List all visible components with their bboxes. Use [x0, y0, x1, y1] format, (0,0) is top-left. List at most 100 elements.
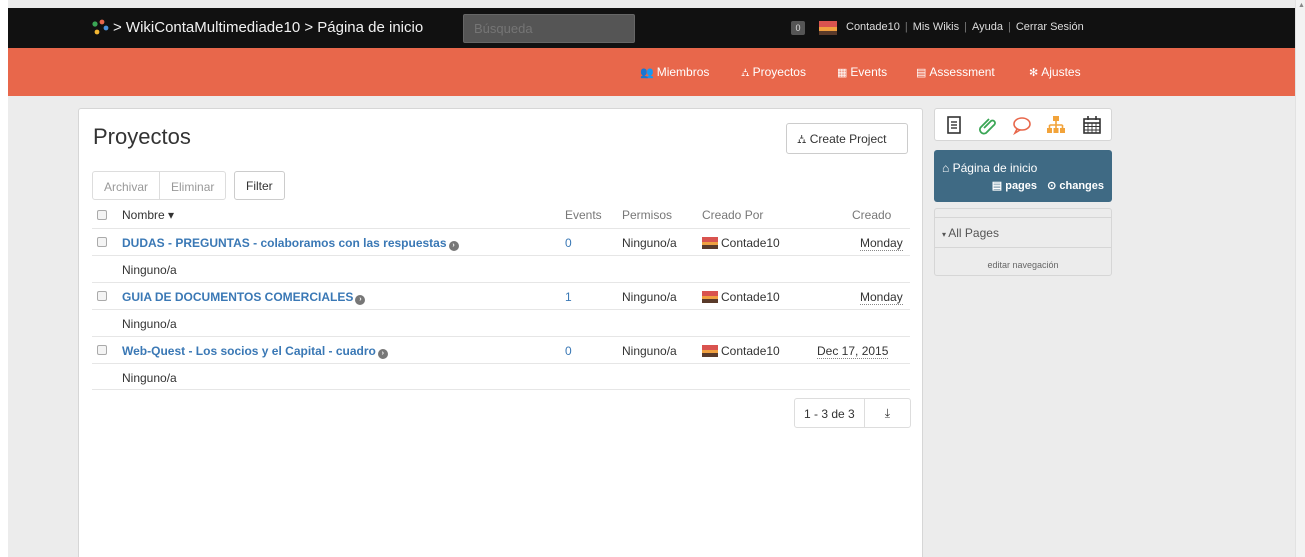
sitemap-icon: ⛼ [741, 67, 750, 79]
nav-settings[interactable]: ✻ Ajustes [1029, 65, 1081, 79]
download-button[interactable]: ⤓ [863, 399, 910, 427]
sidebar-pages: ▾ All Pages editar navegación [934, 208, 1112, 276]
project-description: Ninguno/a [122, 371, 177, 385]
calendar-icon[interactable] [1081, 114, 1103, 136]
pagination: 1 - 3 de 3 ⤓ [794, 398, 912, 428]
calendar-icon: ▦ [837, 67, 848, 79]
created-date: Monday [860, 290, 903, 305]
nav-label: Ajustes [1041, 65, 1081, 79]
created-date-value: Dec 17, 2015 [817, 344, 889, 359]
changes-label: changes [1059, 180, 1104, 192]
user-name-link[interactable]: Contade10 [846, 21, 900, 33]
table-row[interactable]: Web-Quest - Los socios y el Capital - cu… [92, 336, 910, 363]
nav-members[interactable]: 👥 Miembros [640, 65, 709, 79]
creator[interactable]: Contade10 [702, 344, 780, 358]
row-checkbox[interactable] [97, 237, 107, 247]
top-bar: > WikiContaMultimediade10 > Página de in… [8, 8, 1295, 48]
created-date-value: Monday [860, 290, 903, 305]
events-count[interactable]: 0 [565, 236, 572, 250]
permisos-value: Ninguno/a [622, 290, 677, 304]
main-nav: 👥 Miembros ⛼ Proyectos ▦ Events ▤ Assessment… [8, 48, 1295, 96]
created-date-value: Monday [860, 236, 903, 251]
events-count[interactable]: 1 [565, 290, 572, 304]
table-row-description: Ninguno/a [92, 255, 910, 282]
filter-button[interactable]: Filter [234, 171, 285, 200]
go-icon[interactable]: › [376, 344, 388, 359]
all-pages-label: All Pages [948, 226, 999, 240]
nav-label: Assessment [929, 65, 995, 79]
home-link[interactable]: ⌂ Página de inicio [942, 161, 1037, 175]
my-wikis-link[interactable]: Mis Wikis [913, 21, 959, 33]
group-icon: 👥 [640, 67, 654, 79]
project-description: Ninguno/a [122, 317, 177, 331]
checkbox[interactable] [97, 210, 107, 220]
events-count[interactable]: 0 [565, 344, 572, 358]
home-label: Página de inicio [952, 161, 1038, 175]
wikispaces-logo-icon[interactable] [90, 19, 110, 37]
created-date: Dec 17, 2015 [817, 344, 889, 359]
nav-assessment[interactable]: ▤ Assessment [916, 65, 995, 79]
project-title[interactable]: Web-Quest - Los socios y el Capital - cu… [122, 344, 376, 358]
help-link[interactable]: Ayuda [972, 21, 1003, 33]
project-title-link[interactable]: DUDAS - PREGUNTAS - colaboramos con las … [122, 236, 459, 251]
project-title[interactable]: DUDAS - PREGUNTAS - colaboramos con las … [122, 236, 447, 250]
edit-navigation-link[interactable]: editar navegación [935, 260, 1111, 270]
nav-projects[interactable]: ⛼ Proyectos [741, 65, 806, 81]
project-title-link[interactable]: GUIA DE DOCUMENTOS COMERCIALES › [122, 290, 366, 305]
divider: | [964, 21, 967, 33]
creator[interactable]: Contade10 [702, 290, 780, 304]
clock-icon: ⊙ [1047, 180, 1060, 192]
chart-icon: ▤ [916, 67, 927, 79]
notification-badge[interactable]: 0 [791, 21, 805, 35]
search-input[interactable] [463, 14, 635, 43]
table-row[interactable]: GUIA DE DOCUMENTOS COMERCIALES › 1 Ningun… [92, 282, 910, 309]
changes-link[interactable]: ⊙ changes [1047, 180, 1104, 192]
row-checkbox[interactable] [97, 345, 107, 355]
pages-label: pages [1005, 180, 1038, 192]
create-project-button[interactable]: ⛼ Create Project [786, 123, 908, 154]
user-menu: Contade10 | Mis Wikis | Ayuda | Cerrar Sesión [846, 21, 1084, 33]
comment-icon[interactable] [1011, 114, 1033, 136]
pagination-label: 1 - 3 de 3 [804, 407, 855, 421]
home-icon: ⌂ [942, 161, 953, 175]
user-avatar[interactable] [819, 21, 837, 35]
home-sublinks: ▤ pages ⊙ changes [992, 179, 1104, 192]
nav-label: Events [850, 65, 888, 79]
go-icon[interactable]: › [353, 290, 366, 305]
nav-events[interactable]: ▦ Events [837, 65, 887, 79]
create-project-label: Create Project [809, 132, 887, 146]
scroll-up-icon[interactable]: ▲ [1298, 2, 1305, 9]
divider: | [904, 21, 908, 33]
user-avatar [702, 291, 718, 303]
row-checkbox[interactable] [97, 291, 107, 301]
download-icon: ⤓ [884, 406, 891, 420]
creator[interactable]: Contade10 [702, 236, 780, 250]
sitemap-icon[interactable] [1045, 114, 1067, 136]
sidebar-home[interactable]: ⌂ Página de inicio ▤ pages ⊙ changes [934, 150, 1112, 202]
page-icon[interactable] [943, 114, 965, 136]
projects-panel: Proyectos ⛼ Create Project Archivar Elim… [78, 108, 923, 557]
creator-name[interactable]: Contade10 [721, 344, 780, 358]
sitemap-icon: ⛼ [797, 132, 810, 146]
pages-link[interactable]: ▤ pages [992, 180, 1037, 192]
divider: | [1007, 21, 1011, 33]
nav-label: Proyectos [752, 65, 806, 79]
creator-name[interactable]: Contade10 [721, 236, 780, 250]
project-title[interactable]: GUIA DE DOCUMENTOS COMERCIALES [122, 290, 353, 304]
paperclip-icon[interactable] [977, 114, 999, 136]
page-tools [934, 108, 1112, 141]
go-icon[interactable]: › [447, 236, 459, 251]
table-row[interactable]: DUDAS - PREGUNTAS - colaboramos con las … [92, 228, 910, 255]
scrollbar[interactable]: ▲ [1295, 0, 1305, 557]
gear-icon: ✻ [1029, 67, 1039, 79]
nav-label: Miembros [656, 65, 710, 79]
breadcrumb[interactable]: > WikiContaMultimediade10 > Página de in… [113, 19, 423, 36]
archive-button[interactable]: Archivar [93, 172, 159, 199]
creator-name[interactable]: Contade10 [721, 290, 780, 304]
delete-button[interactable]: Eliminar [159, 172, 225, 199]
all-pages-toggle[interactable]: ▾ All Pages [935, 217, 1111, 248]
project-title-link[interactable]: Web-Quest - Los socios y el Capital - cu… [122, 344, 388, 359]
logout-link[interactable]: Cerrar Sesión [1016, 21, 1084, 33]
permisos-value: Ninguno/a [622, 236, 677, 250]
window-frame-left [0, 0, 8, 557]
